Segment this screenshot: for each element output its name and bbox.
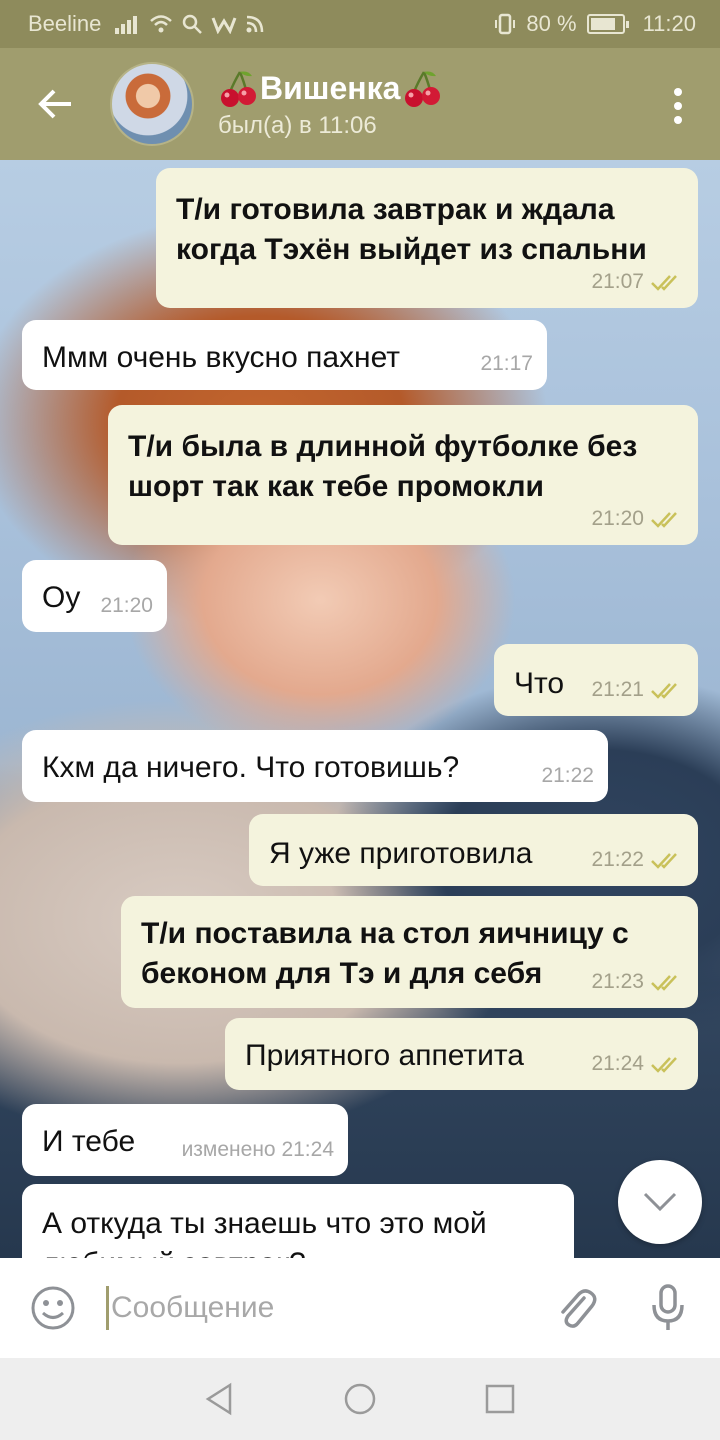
last-seen: был(а) в 11:06 (218, 112, 377, 139)
message-text: Ммм очень вкусно пахнет (42, 341, 401, 374)
message-bubble[interactable]: Ммм очень вкусно пахнет 21:17 (22, 320, 547, 390)
message-input[interactable]: Сообщение (109, 1291, 536, 1325)
avatar[interactable] (110, 62, 194, 146)
message-time: 21:21 (591, 678, 644, 701)
message-time: изменено 21:24 (181, 1138, 334, 1161)
nav-home-icon[interactable] (342, 1381, 378, 1417)
back-button[interactable] (0, 48, 110, 160)
battery-icon (586, 14, 629, 34)
w-app-icon (211, 17, 237, 34)
carrier-name: Beeline (28, 11, 102, 36)
message-bubble[interactable]: Т/и была в длинной футболке без шорт так… (108, 405, 698, 545)
message-text: Кхм да ничего. Что готовишь? (42, 751, 460, 784)
battery-percent: 80 % (526, 11, 577, 36)
search-status-icon (183, 14, 203, 34)
battery-fill (590, 18, 615, 30)
nav-back-icon[interactable] (202, 1381, 238, 1417)
message-time: 21:22 (591, 848, 644, 871)
message-meta: 21:23 (591, 962, 684, 1002)
message-time: 21:20 (591, 507, 644, 530)
message-text: А откуда ты знаешь что это мой любимый з… (42, 1207, 487, 1258)
message-meta: 21:22 (591, 840, 684, 880)
message-time: 21:24 (591, 1052, 644, 1075)
emoji-button[interactable] (0, 1284, 106, 1332)
message-bubble[interactable]: Приятного аппетита 21:24 (225, 1018, 698, 1090)
mic-button[interactable] (616, 1283, 720, 1333)
scroll-down-button[interactable] (618, 1160, 702, 1244)
message-meta: 21:22 (541, 756, 594, 796)
rss-icon (246, 15, 264, 33)
chat-area[interactable]: Т/и готовила завтрак и ждала когда Тэхён… (0, 160, 720, 1258)
attach-icon (561, 1289, 597, 1328)
wifi-icon (150, 15, 173, 33)
message-meta: 21:20 (591, 499, 684, 539)
nav-recents-icon[interactable] (482, 1381, 518, 1417)
message-input-bar: Сообщение (0, 1258, 720, 1358)
chat-title-box[interactable]: Вишенка был(а) в 11:06 (218, 68, 442, 140)
signal-icon (115, 16, 138, 34)
message-bubble[interactable]: Т/и поставила на стол яичницу с беконом … (121, 896, 698, 1008)
chat-title: Вишенка (218, 68, 442, 108)
message-meta: 21:24 (591, 1044, 684, 1084)
message-time: 21:22 (541, 764, 594, 787)
message-bubble[interactable]: Я уже приготовила 21:22 (249, 814, 698, 886)
chat-title-text: Вишенка (260, 69, 401, 106)
message-bubble[interactable]: И тебе изменено 21:24 (22, 1104, 348, 1176)
status-icons (115, 13, 265, 35)
message-meta: 21:07 (591, 262, 684, 302)
system-nav-bar (0, 1358, 720, 1440)
read-ticks-icon (651, 1057, 677, 1073)
message-meta: 21:17 (480, 344, 533, 384)
message-text: Т/и была в длинной футболке без шорт так… (128, 430, 638, 503)
clock: 11:20 (642, 11, 696, 36)
message-meta: 21:21 (591, 670, 684, 710)
read-ticks-icon (651, 853, 677, 869)
message-text: Т/и готовила завтрак и ждала когда Тэхён… (176, 193, 647, 266)
back-arrow-icon (38, 89, 71, 119)
read-ticks-icon (651, 512, 677, 528)
more-vert-icon[interactable] (674, 88, 684, 130)
message-time: 21:23 (591, 970, 644, 993)
chevron-down-icon (643, 1192, 677, 1212)
message-bubble[interactable]: Т/и готовила завтрак и ждала когда Тэхён… (156, 168, 698, 308)
message-bubble[interactable]: А откуда ты знаешь что это мой любимый з… (22, 1184, 574, 1258)
vibrate-icon (495, 13, 516, 35)
cherry-icon (405, 71, 441, 107)
message-bubble[interactable]: Кхм да ничего. Что готовишь? 21:22 (22, 730, 608, 802)
message-bubble[interactable]: Что 21:21 (494, 644, 698, 716)
status-bar: Beeline 80 % 11:20 (0, 0, 720, 48)
message-time: 21:17 (480, 352, 533, 375)
emoji-icon (31, 1286, 75, 1330)
mic-icon (652, 1284, 684, 1330)
message-bubble[interactable]: Оу 21:20 (22, 560, 167, 632)
cherry-icon (221, 71, 256, 107)
chat-header: Вишенка был(а) в 11:06 (0, 48, 720, 160)
message-time: 21:07 (591, 270, 644, 293)
read-ticks-icon (651, 683, 677, 699)
message-meta: 21:20 (100, 586, 153, 626)
attach-button[interactable] (536, 1284, 616, 1332)
message-time: 21:20 (100, 594, 153, 617)
message-meta: изменено 21:24 (182, 1130, 334, 1170)
read-ticks-icon (651, 275, 677, 291)
read-ticks-icon (651, 975, 677, 991)
